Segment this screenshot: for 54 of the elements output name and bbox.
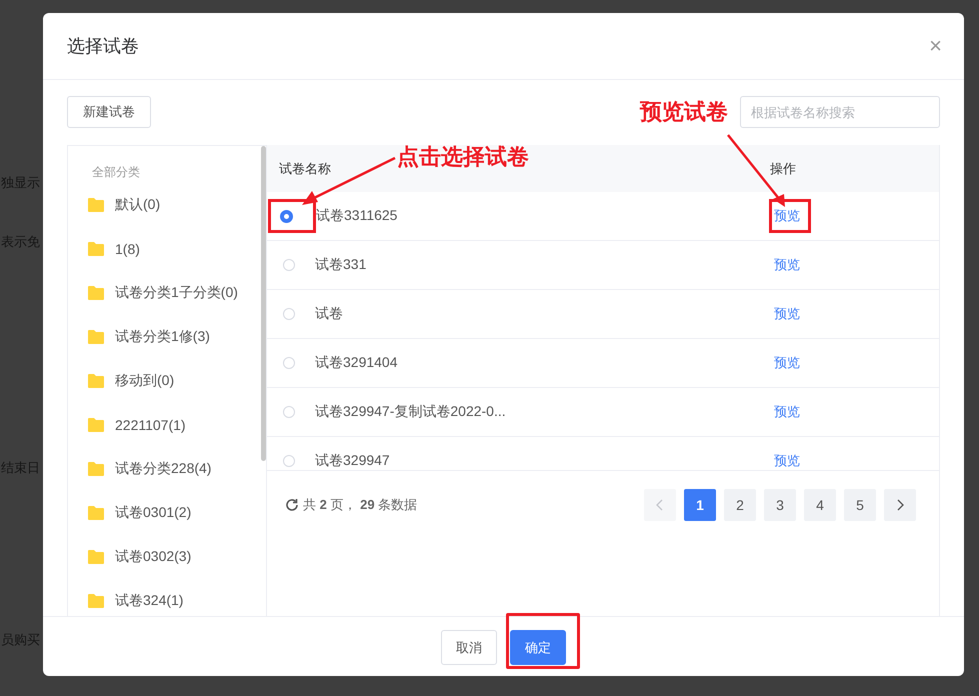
scrollbar[interactable] (261, 146, 266, 461)
folder-icon (88, 462, 104, 476)
dialog-title: 选择试卷 (67, 35, 139, 58)
refresh-icon[interactable] (285, 498, 299, 512)
folder-icon (88, 550, 104, 564)
folder-icon (88, 374, 104, 388)
category-item[interactable]: 试卷0302(3) (115, 548, 192, 566)
page-button[interactable]: 5 (844, 489, 876, 521)
folder-icon (88, 506, 104, 520)
preview-link[interactable]: 预览 (774, 452, 800, 470)
folder-icon (88, 594, 104, 608)
page-button[interactable]: 1 (684, 489, 716, 521)
cancel-button[interactable]: 取消 (441, 630, 497, 665)
folder-icon (88, 330, 104, 344)
column-header: 试卷名称 (278, 160, 332, 178)
paper-name: 试卷3291404 (314, 354, 399, 372)
folder-icon (88, 418, 104, 432)
chevron-left-icon (656, 499, 664, 511)
category-item[interactable]: 移动到(0) (115, 372, 174, 390)
callout-text: 预览试卷 (640, 99, 728, 125)
paper-name: 试卷331 (314, 256, 368, 274)
category-item[interactable]: 试卷324(1) (115, 592, 184, 610)
category-heading: 全部分类 (92, 164, 141, 180)
folder-icon (88, 198, 104, 212)
folder-icon (88, 242, 104, 256)
page-summary: 共 2 页， 29 条数据 (303, 496, 418, 514)
radio-button[interactable] (280, 210, 293, 222)
preview-link[interactable]: 预览 (774, 207, 800, 225)
paper-name: 试卷3311625 (315, 207, 398, 225)
page-button[interactable]: 3 (764, 489, 796, 521)
callout-text: 点击选择试卷 (397, 144, 529, 170)
confirm-button[interactable]: 确定 (510, 630, 566, 665)
page-button[interactable]: 2 (724, 489, 756, 521)
preview-link[interactable]: 预览 (774, 403, 800, 421)
chevron-right-icon (896, 499, 904, 511)
category-item[interactable]: 2221107(1) (115, 417, 186, 433)
preview-link[interactable]: 预览 (774, 256, 800, 274)
category-item[interactable]: 试卷0301(2) (115, 504, 192, 522)
next-page-button[interactable] (884, 489, 916, 521)
paper-name: 试卷 (314, 305, 344, 323)
preview-link[interactable]: 预览 (774, 305, 800, 323)
category-item[interactable]: 默认(0) (115, 196, 160, 214)
search-field[interactable]: 根据试卷名称搜索 (740, 96, 940, 128)
category-item[interactable]: 1(8) (115, 241, 140, 257)
page-button[interactable]: 4 (804, 489, 836, 521)
category-item[interactable]: 试卷分类1子分类(0) (115, 284, 238, 302)
paper-name: 试卷329947 (314, 452, 391, 470)
category-item[interactable]: 试卷分类228(4) (115, 460, 212, 478)
column-header: 操作 (770, 160, 797, 178)
new-paper-button[interactable]: 新建试卷 (67, 96, 151, 128)
paper-name: 试卷329947-复制试卷2022-0... (314, 403, 507, 421)
preview-link[interactable]: 预览 (774, 354, 800, 372)
category-item[interactable]: 试卷分类1修(3) (115, 328, 210, 346)
folder-icon (88, 286, 104, 300)
